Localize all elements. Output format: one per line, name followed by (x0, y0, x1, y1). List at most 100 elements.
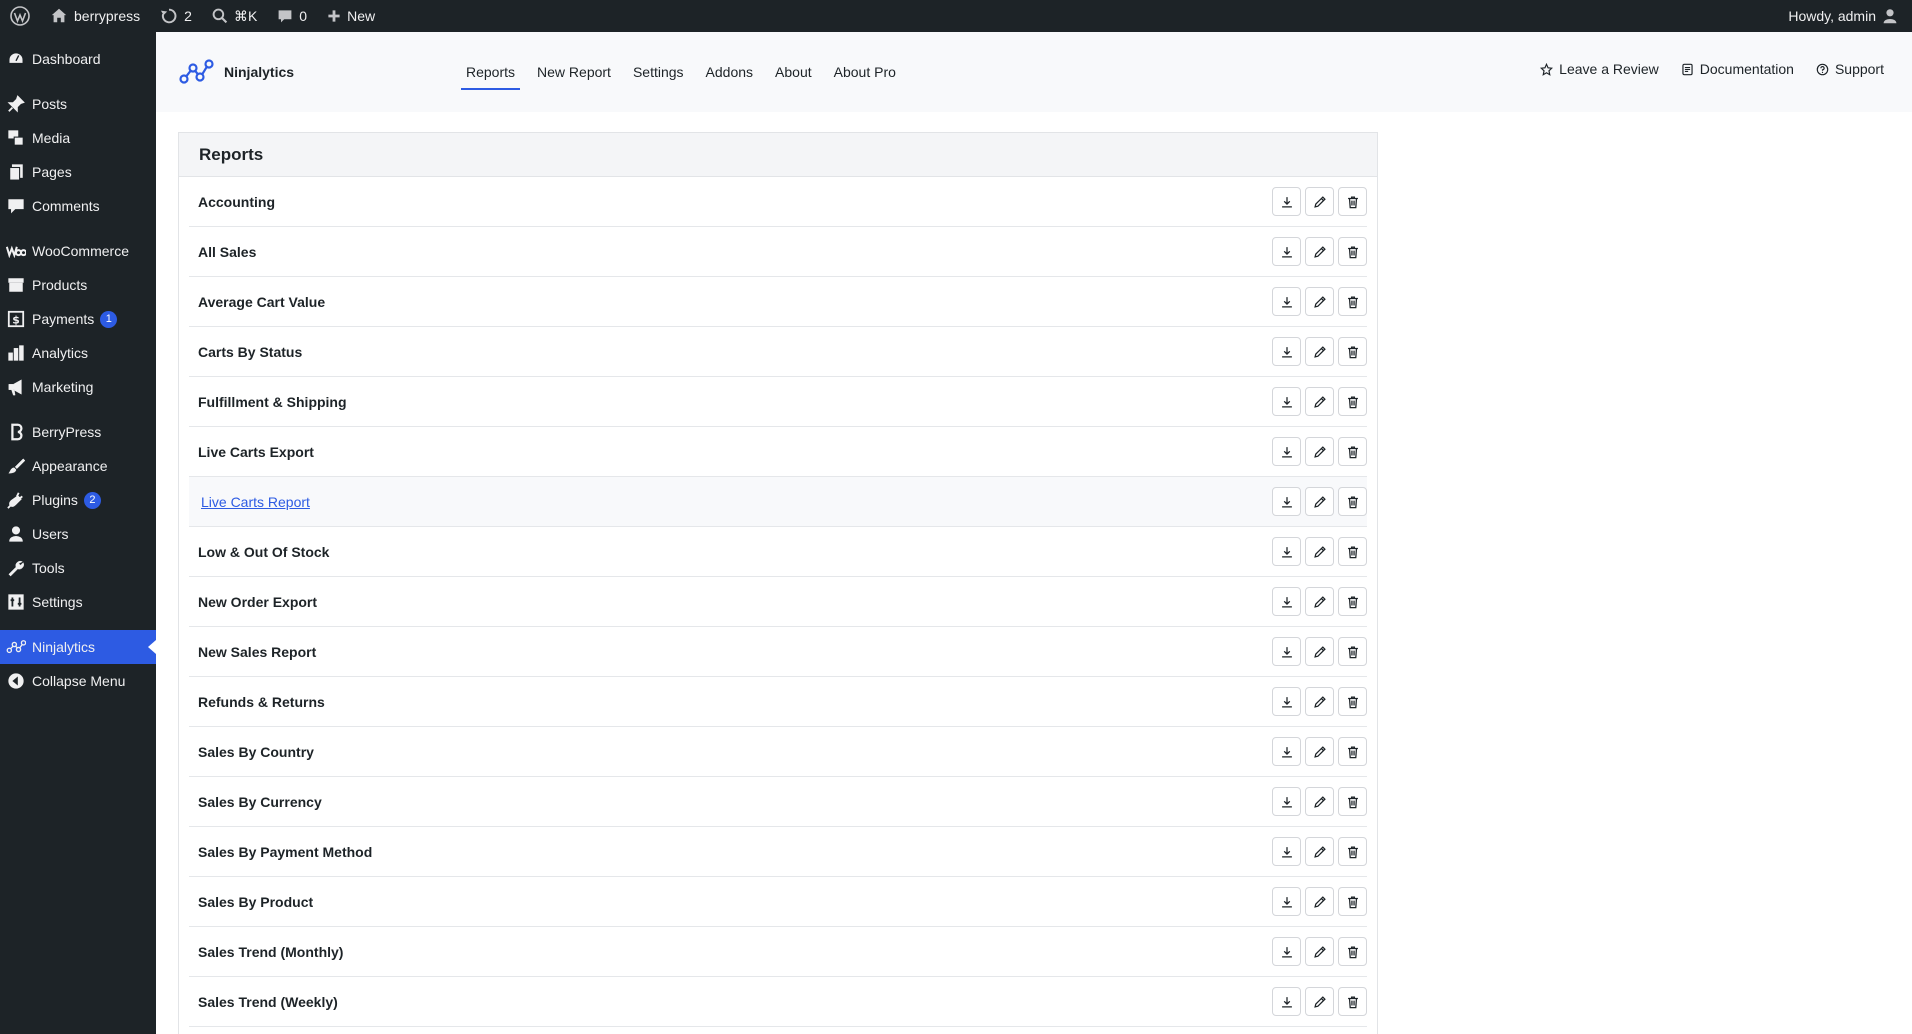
brand[interactable]: Ninjalytics (178, 58, 455, 86)
edit-button[interactable] (1305, 537, 1334, 566)
report-name-link[interactable]: Live Carts Export (198, 444, 314, 460)
report-name-link[interactable]: Sales Trend (Monthly) (198, 944, 343, 960)
report-name-link[interactable]: Fulfillment & Shipping (198, 394, 347, 410)
report-row[interactable]: Live Carts Export (189, 427, 1367, 477)
menu-appearance[interactable]: Appearance (0, 449, 156, 483)
edit-button[interactable] (1305, 287, 1334, 316)
report-row[interactable]: All Sales (189, 227, 1367, 277)
report-row[interactable]: New Order Export (189, 577, 1367, 627)
menu-ninjalytics[interactable]: Ninjalytics (0, 630, 156, 664)
delete-button[interactable] (1338, 737, 1367, 766)
download-button[interactable] (1272, 487, 1301, 516)
search-link[interactable]: ⌘K (202, 0, 267, 32)
edit-button[interactable] (1305, 787, 1334, 816)
report-row[interactable]: Sales Trend (Monthly) (189, 927, 1367, 977)
comments-link[interactable]: 0 (267, 0, 317, 32)
site-name-link[interactable]: berrypress (40, 0, 150, 32)
report-row[interactable]: Sales By Payment Method (189, 827, 1367, 877)
menu-settings[interactable]: Settings (0, 585, 156, 619)
delete-button[interactable] (1338, 237, 1367, 266)
report-name-link[interactable]: New Sales Report (198, 644, 316, 660)
report-name-link[interactable]: Sales Trend (Weekly) (198, 994, 338, 1010)
download-button[interactable] (1272, 837, 1301, 866)
download-button[interactable] (1272, 387, 1301, 416)
download-button[interactable] (1272, 587, 1301, 616)
delete-button[interactable] (1338, 587, 1367, 616)
documentation-link[interactable]: Documentation (1681, 61, 1794, 77)
download-button[interactable] (1272, 337, 1301, 366)
edit-button[interactable] (1305, 737, 1334, 766)
edit-button[interactable] (1305, 437, 1334, 466)
delete-button[interactable] (1338, 487, 1367, 516)
report-row[interactable]: Sales Trend (Weekly) (189, 977, 1367, 1027)
tab-addons[interactable]: Addons (695, 52, 764, 92)
edit-button[interactable] (1305, 987, 1334, 1016)
menu-payments[interactable]: $ Payments 1 (0, 302, 156, 336)
edit-button[interactable] (1305, 837, 1334, 866)
report-name-link[interactable]: Low & Out Of Stock (198, 544, 329, 560)
report-name-link[interactable]: Accounting (198, 194, 275, 210)
download-button[interactable] (1272, 287, 1301, 316)
report-name-link[interactable]: Carts By Status (198, 344, 302, 360)
report-row[interactable]: New Sales Report (189, 627, 1367, 677)
report-name-link[interactable]: Sales By Product (198, 894, 313, 910)
menu-analytics[interactable]: Analytics (0, 336, 156, 370)
delete-button[interactable] (1338, 837, 1367, 866)
menu-collapse[interactable]: Collapse Menu (0, 664, 156, 698)
support-link[interactable]: Support (1816, 61, 1884, 77)
menu-posts[interactable]: Posts (0, 87, 156, 121)
delete-button[interactable] (1338, 537, 1367, 566)
tab-about[interactable]: About (764, 52, 823, 92)
download-button[interactable] (1272, 687, 1301, 716)
edit-button[interactable] (1305, 237, 1334, 266)
report-row[interactable]: Sales By Currency (189, 777, 1367, 827)
report-row[interactable]: Low & Out Of Stock (189, 527, 1367, 577)
menu-media[interactable]: Media (0, 121, 156, 155)
menu-plugins[interactable]: Plugins 2 (0, 483, 156, 517)
menu-tools[interactable]: Tools (0, 551, 156, 585)
delete-button[interactable] (1338, 437, 1367, 466)
download-button[interactable] (1272, 937, 1301, 966)
report-name-link[interactable]: Average Cart Value (198, 294, 325, 310)
report-row[interactable]: Refunds & Returns (189, 677, 1367, 727)
report-row[interactable]: Average Cart Value (189, 277, 1367, 327)
leave-review-link[interactable]: Leave a Review (1540, 61, 1659, 77)
edit-button[interactable] (1305, 187, 1334, 216)
menu-products[interactable]: Products (0, 268, 156, 302)
report-row[interactable]: Sales By Product (189, 877, 1367, 927)
delete-button[interactable] (1338, 787, 1367, 816)
report-row[interactable]: Carts By Status (189, 327, 1367, 377)
delete-button[interactable] (1338, 337, 1367, 366)
tab-reports[interactable]: Reports (455, 52, 526, 92)
report-name-link[interactable]: Live Carts Report (198, 494, 310, 510)
edit-button[interactable] (1305, 387, 1334, 416)
updates-link[interactable]: 2 (150, 0, 202, 32)
tab-new-report[interactable]: New Report (526, 52, 622, 92)
new-content-link[interactable]: New (317, 0, 385, 32)
edit-button[interactable] (1305, 887, 1334, 916)
edit-button[interactable] (1305, 687, 1334, 716)
edit-button[interactable] (1305, 637, 1334, 666)
download-button[interactable] (1272, 887, 1301, 916)
report-row[interactable]: Sales By Country (189, 727, 1367, 777)
download-button[interactable] (1272, 437, 1301, 466)
download-button[interactable] (1272, 637, 1301, 666)
report-name-link[interactable]: New Order Export (198, 594, 317, 610)
report-row[interactable]: Live Carts Report (189, 477, 1367, 527)
report-row[interactable]: Accounting (189, 177, 1367, 227)
tab-settings[interactable]: Settings (622, 52, 695, 92)
edit-button[interactable] (1305, 337, 1334, 366)
delete-button[interactable] (1338, 987, 1367, 1016)
delete-button[interactable] (1338, 187, 1367, 216)
edit-button[interactable] (1305, 487, 1334, 516)
download-button[interactable] (1272, 237, 1301, 266)
delete-button[interactable] (1338, 687, 1367, 716)
download-button[interactable] (1272, 987, 1301, 1016)
download-button[interactable] (1272, 787, 1301, 816)
delete-button[interactable] (1338, 937, 1367, 966)
account-menu[interactable]: Howdy, admin (1778, 0, 1912, 32)
download-button[interactable] (1272, 737, 1301, 766)
delete-button[interactable] (1338, 287, 1367, 316)
menu-dashboard[interactable]: Dashboard (0, 42, 156, 76)
delete-button[interactable] (1338, 637, 1367, 666)
